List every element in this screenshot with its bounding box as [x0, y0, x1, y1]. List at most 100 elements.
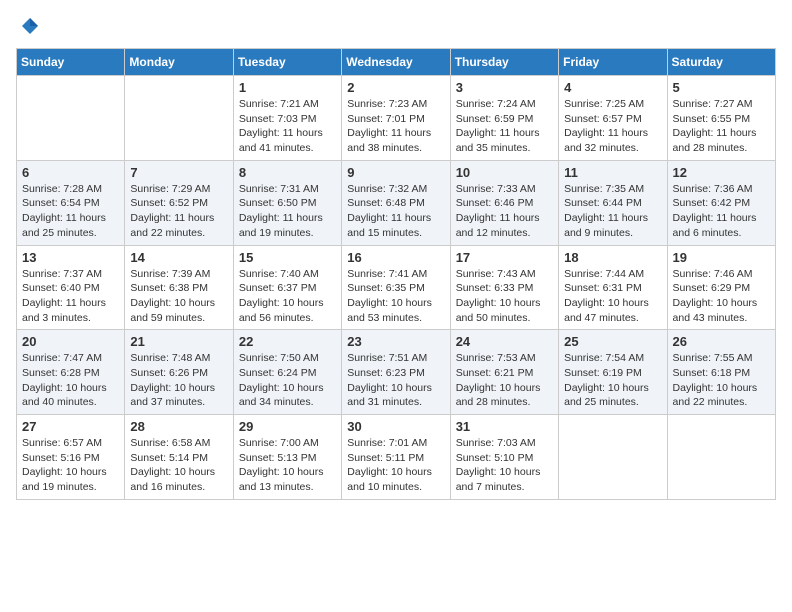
day-info: Sunrise: 7:23 AM Sunset: 7:01 PM Dayligh…	[347, 97, 444, 156]
day-number: 21	[130, 334, 227, 349]
header-wednesday: Wednesday	[342, 49, 450, 76]
day-info: Sunrise: 7:44 AM Sunset: 6:31 PM Dayligh…	[564, 267, 661, 326]
day-info: Sunrise: 7:00 AM Sunset: 5:13 PM Dayligh…	[239, 436, 336, 495]
calendar-cell: 21 Sunrise: 7:48 AM Sunset: 6:26 PM Dayli…	[125, 330, 233, 415]
header-thursday: Thursday	[450, 49, 558, 76]
day-number: 2	[347, 80, 444, 95]
calendar-week-3: 13Sunrise: 7:37 AM Sunset: 6:40 PM Dayli…	[17, 245, 776, 330]
calendar-cell	[17, 76, 125, 161]
day-number: 8	[239, 165, 336, 180]
calendar-week-5: 27 Sunrise: 6:57 AM Sunset: 5:16 PM Dayli…	[17, 415, 776, 500]
calendar-cell: 30 Sunrise: 7:01 AM Sunset: 5:11 PM Dayli…	[342, 415, 450, 500]
day-info: Sunrise: 7:54 AM Sunset: 6:19 PM Dayligh…	[564, 351, 661, 410]
day-info: Sunrise: 7:35 AM Sunset: 6:44 PM Dayligh…	[564, 182, 661, 241]
day-number: 30	[347, 419, 444, 434]
day-info: Sunrise: 7:53 AM Sunset: 6:21 PM Dayligh…	[456, 351, 553, 410]
day-number: 6	[22, 165, 119, 180]
calendar-week-4: 20Sunrise: 7:47 AM Sunset: 6:28 PM Dayli…	[17, 330, 776, 415]
day-number: 31	[456, 419, 553, 434]
calendar-cell: 7 Sunrise: 7:29 AM Sunset: 6:52 PM Daylig…	[125, 160, 233, 245]
day-info: Sunrise: 7:47 AM Sunset: 6:28 PM Dayligh…	[22, 351, 119, 410]
day-info: Sunrise: 7:01 AM Sunset: 5:11 PM Dayligh…	[347, 436, 444, 495]
day-number: 12	[673, 165, 770, 180]
day-info: Sunrise: 7:28 AM Sunset: 6:54 PM Dayligh…	[22, 182, 119, 241]
day-number: 29	[239, 419, 336, 434]
day-number: 14	[130, 250, 227, 265]
calendar-cell: 17 Sunrise: 7:43 AM Sunset: 6:33 PM Dayli…	[450, 245, 558, 330]
day-number: 27	[22, 419, 119, 434]
calendar-cell: 29 Sunrise: 7:00 AM Sunset: 5:13 PM Dayli…	[233, 415, 341, 500]
calendar-cell: 6 Sunrise: 7:28 AM Sunset: 6:54 PM Daylig…	[17, 160, 125, 245]
day-info: Sunrise: 7:37 AM Sunset: 6:40 PM Dayligh…	[22, 267, 119, 326]
header-tuesday: Tuesday	[233, 49, 341, 76]
calendar-cell	[125, 76, 233, 161]
day-number: 19	[673, 250, 770, 265]
calendar-cell: 19 Sunrise: 7:46 AM Sunset: 6:29 PM Dayli…	[667, 245, 775, 330]
day-info: Sunrise: 7:36 AM Sunset: 6:42 PM Dayligh…	[673, 182, 770, 241]
calendar-cell: 22 Sunrise: 7:50 AM Sunset: 6:24 PM Dayli…	[233, 330, 341, 415]
day-info: Sunrise: 7:33 AM Sunset: 6:46 PM Dayligh…	[456, 182, 553, 241]
day-info: Sunrise: 7:46 AM Sunset: 6:29 PM Dayligh…	[673, 267, 770, 326]
day-number: 26	[673, 334, 770, 349]
day-info: Sunrise: 7:43 AM Sunset: 6:33 PM Dayligh…	[456, 267, 553, 326]
calendar-cell: 27 Sunrise: 6:57 AM Sunset: 5:16 PM Dayli…	[17, 415, 125, 500]
calendar-cell: 11 Sunrise: 7:35 AM Sunset: 6:44 PM Dayli…	[559, 160, 667, 245]
calendar-cell: 28 Sunrise: 6:58 AM Sunset: 5:14 PM Dayli…	[125, 415, 233, 500]
calendar-cell: 15 Sunrise: 7:40 AM Sunset: 6:37 PM Dayli…	[233, 245, 341, 330]
day-number: 28	[130, 419, 227, 434]
header-monday: Monday	[125, 49, 233, 76]
calendar-cell: 23 Sunrise: 7:51 AM Sunset: 6:23 PM Dayli…	[342, 330, 450, 415]
day-number: 23	[347, 334, 444, 349]
day-info: Sunrise: 7:51 AM Sunset: 6:23 PM Dayligh…	[347, 351, 444, 410]
day-number: 3	[456, 80, 553, 95]
calendar-cell: 10 Sunrise: 7:33 AM Sunset: 6:46 PM Dayli…	[450, 160, 558, 245]
calendar-cell	[667, 415, 775, 500]
day-number: 9	[347, 165, 444, 180]
calendar-cell: 20Sunrise: 7:47 AM Sunset: 6:28 PM Dayli…	[17, 330, 125, 415]
day-info: Sunrise: 6:57 AM Sunset: 5:16 PM Dayligh…	[22, 436, 119, 495]
calendar-cell: 16Sunrise: 7:41 AM Sunset: 6:35 PM Dayli…	[342, 245, 450, 330]
calendar-cell: 13Sunrise: 7:37 AM Sunset: 6:40 PM Dayli…	[17, 245, 125, 330]
calendar-cell: 24 Sunrise: 7:53 AM Sunset: 6:21 PM Dayli…	[450, 330, 558, 415]
day-number: 15	[239, 250, 336, 265]
day-info: Sunrise: 7:55 AM Sunset: 6:18 PM Dayligh…	[673, 351, 770, 410]
day-number: 24	[456, 334, 553, 349]
day-info: Sunrise: 7:27 AM Sunset: 6:55 PM Dayligh…	[673, 97, 770, 156]
day-info: Sunrise: 7:48 AM Sunset: 6:26 PM Dayligh…	[130, 351, 227, 410]
header-sunday: Sunday	[17, 49, 125, 76]
calendar-cell: 3 Sunrise: 7:24 AM Sunset: 6:59 PM Daylig…	[450, 76, 558, 161]
day-number: 17	[456, 250, 553, 265]
day-info: Sunrise: 7:41 AM Sunset: 6:35 PM Dayligh…	[347, 267, 444, 326]
day-number: 1	[239, 80, 336, 95]
calendar-header-row: SundayMondayTuesdayWednesdayThursdayFrid…	[17, 49, 776, 76]
day-number: 18	[564, 250, 661, 265]
calendar-week-1: 1Sunrise: 7:21 AM Sunset: 7:03 PM Daylig…	[17, 76, 776, 161]
logo-icon	[20, 16, 40, 36]
day-info: Sunrise: 7:29 AM Sunset: 6:52 PM Dayligh…	[130, 182, 227, 241]
calendar-cell: 2 Sunrise: 7:23 AM Sunset: 7:01 PM Daylig…	[342, 76, 450, 161]
calendar-cell: 5 Sunrise: 7:27 AM Sunset: 6:55 PM Daylig…	[667, 76, 775, 161]
logo	[16, 16, 40, 36]
day-info: Sunrise: 7:40 AM Sunset: 6:37 PM Dayligh…	[239, 267, 336, 326]
calendar-cell: 18 Sunrise: 7:44 AM Sunset: 6:31 PM Dayli…	[559, 245, 667, 330]
calendar-table: SundayMondayTuesdayWednesdayThursdayFrid…	[16, 48, 776, 500]
header-saturday: Saturday	[667, 49, 775, 76]
calendar-cell: 31 Sunrise: 7:03 AM Sunset: 5:10 PM Dayli…	[450, 415, 558, 500]
calendar-cell: 4Sunrise: 7:25 AM Sunset: 6:57 PM Daylig…	[559, 76, 667, 161]
day-number: 10	[456, 165, 553, 180]
calendar-cell: 14Sunrise: 7:39 AM Sunset: 6:38 PM Dayli…	[125, 245, 233, 330]
day-number: 11	[564, 165, 661, 180]
day-info: Sunrise: 6:58 AM Sunset: 5:14 PM Dayligh…	[130, 436, 227, 495]
day-number: 22	[239, 334, 336, 349]
day-info: Sunrise: 7:03 AM Sunset: 5:10 PM Dayligh…	[456, 436, 553, 495]
calendar-cell	[559, 415, 667, 500]
calendar-cell: 26 Sunrise: 7:55 AM Sunset: 6:18 PM Dayli…	[667, 330, 775, 415]
calendar-cell: 12 Sunrise: 7:36 AM Sunset: 6:42 PM Dayli…	[667, 160, 775, 245]
calendar-cell: 25Sunrise: 7:54 AM Sunset: 6:19 PM Dayli…	[559, 330, 667, 415]
day-number: 7	[130, 165, 227, 180]
day-info: Sunrise: 7:24 AM Sunset: 6:59 PM Dayligh…	[456, 97, 553, 156]
day-info: Sunrise: 7:50 AM Sunset: 6:24 PM Dayligh…	[239, 351, 336, 410]
day-info: Sunrise: 7:32 AM Sunset: 6:48 PM Dayligh…	[347, 182, 444, 241]
day-info: Sunrise: 7:25 AM Sunset: 6:57 PM Dayligh…	[564, 97, 661, 156]
day-number: 5	[673, 80, 770, 95]
